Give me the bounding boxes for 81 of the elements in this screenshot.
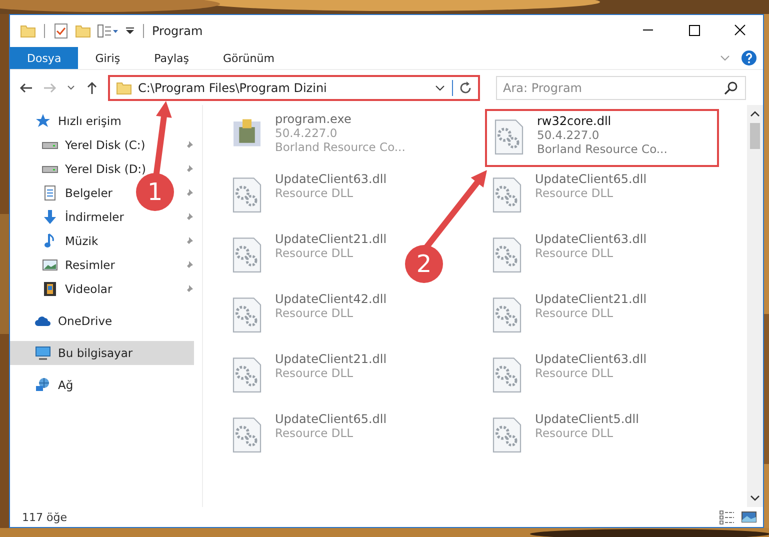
file-item[interactable]: UpdateClient65.dll Resource DLL (485, 169, 651, 227)
folder-icon[interactable] (20, 23, 36, 39)
drive-icon (42, 142, 58, 148)
folder-icon[interactable] (75, 23, 91, 39)
file-detail: Resource DLL (275, 426, 354, 440)
file-detail: Resource DLL (275, 246, 354, 260)
file-name: UpdateClient63.dll (275, 172, 387, 186)
download-arrow-icon (42, 209, 58, 225)
scroll-down-icon[interactable] (750, 495, 760, 501)
file-name: UpdateClient5.dll (535, 412, 639, 426)
landscape-picture-icon (42, 257, 58, 273)
dropdown-icon[interactable] (125, 26, 135, 36)
film-strip-icon (42, 281, 58, 297)
file-item[interactable]: program.exe 50.4.227.0 Borland Resource Co... (225, 109, 410, 167)
sidebar-item[interactable]: Ağ (10, 373, 82, 397)
sidebar-item[interactable]: Müzik (10, 229, 106, 253)
globe-monitor-icon (35, 377, 51, 393)
file-name: UpdateClient42.dll (275, 292, 387, 306)
ribbon-tab[interactable]: Giriş (78, 47, 138, 69)
file-item[interactable]: UpdateClient63.dll Resource DLL (485, 229, 651, 287)
scrollbar[interactable] (747, 105, 763, 507)
sidebar-item[interactable]: Bu bilgisayar (10, 341, 194, 365)
file-detail: Resource DLL (275, 306, 354, 320)
scroll-up-icon[interactable] (750, 111, 760, 117)
file-item[interactable]: UpdateClient63.dll Resource DLL (485, 349, 651, 407)
file-detail: Resource DLL (535, 426, 614, 440)
scrollbar-thumb[interactable] (750, 123, 760, 149)
file-item[interactable]: UpdateClient21.dll Resource DLL (485, 289, 651, 347)
file-name: UpdateClient21.dll (275, 232, 387, 246)
file-detail: Borland Resource Co... (537, 142, 668, 156)
search-icon[interactable] (723, 80, 739, 96)
file-name: UpdateClient65.dll (275, 412, 387, 426)
file-detail: Resource DLL (535, 366, 614, 380)
file-detail: Resource DLL (535, 246, 614, 260)
large-icons-view-icon[interactable] (741, 509, 757, 525)
item-count: 117 öğe (22, 510, 68, 524)
file-item[interactable]: UpdateClient21.dll Resource DLL (225, 229, 391, 287)
folder-icon (116, 80, 132, 96)
checklist-icon[interactable] (53, 23, 69, 39)
file-item[interactable]: UpdateClient65.dll Resource DLL (225, 409, 391, 467)
file-detail: Resource DLL (275, 366, 354, 380)
sidebar-item[interactable]: İndirmeler (10, 205, 132, 229)
details-view-icon[interactable] (719, 509, 735, 525)
document-icon (42, 185, 58, 201)
file-name: UpdateClient65.dll (535, 172, 647, 186)
file-item[interactable]: UpdateClient63.dll Resource DLL (225, 169, 391, 227)
file-name: rw32core.dll (537, 114, 612, 128)
sidebar-item[interactable]: OneDrive (10, 309, 120, 333)
sidebar-item[interactable]: Hızlı erişim (10, 109, 130, 133)
file-name: UpdateClient21.dll (535, 292, 647, 306)
file-detail: Borland Resource Co... (275, 140, 406, 154)
file-item[interactable]: UpdateClient42.dll Resource DLL (225, 289, 391, 347)
file-name: UpdateClient63.dll (535, 232, 647, 246)
window-title: Program (152, 24, 204, 38)
file-name: program.exe (275, 112, 352, 126)
sidebar-item[interactable]: Yerel Disk (C:) (10, 133, 154, 157)
sidebar-item[interactable]: Belgeler (10, 181, 121, 205)
file-detail: 50.4.227.0 (275, 126, 338, 140)
ribbon-tab[interactable]: Paylaş (137, 47, 206, 69)
help-icon[interactable] (741, 50, 757, 66)
file-detail: 50.4.227.0 (537, 128, 600, 142)
monitor-icon (35, 345, 51, 361)
sidebar-item[interactable]: Videolar (10, 277, 120, 301)
file-detail: Resource DLL (275, 186, 354, 200)
ribbon-tab[interactable]: Görünüm (206, 47, 292, 69)
file-item[interactable]: UpdateClient21.dll Resource DLL (225, 349, 391, 407)
file-item[interactable]: rw32core.dll 50.4.227.0 Borland Resource Co... (485, 109, 719, 167)
step-number-badge: 2 (405, 245, 443, 283)
step-number-badge: 1 (136, 173, 174, 211)
file-name: UpdateClient63.dll (535, 352, 647, 366)
address-bar[interactable]: C:\Program Files\Program Dizini (108, 74, 480, 100)
file-item[interactable]: UpdateClient5.dll Resource DLL (485, 409, 643, 467)
file-detail: Resource DLL (535, 186, 614, 200)
star-icon (35, 113, 51, 129)
file-name: UpdateClient21.dll (275, 352, 387, 366)
drive-icon (42, 166, 58, 172)
properties-icon[interactable] (97, 23, 119, 39)
search-field[interactable]: Ara: Program (496, 76, 746, 100)
file-detail: Resource DLL (535, 306, 614, 320)
sidebar-item[interactable]: Resimler (10, 253, 123, 277)
ribbon-tab[interactable]: Dosya (10, 47, 78, 69)
